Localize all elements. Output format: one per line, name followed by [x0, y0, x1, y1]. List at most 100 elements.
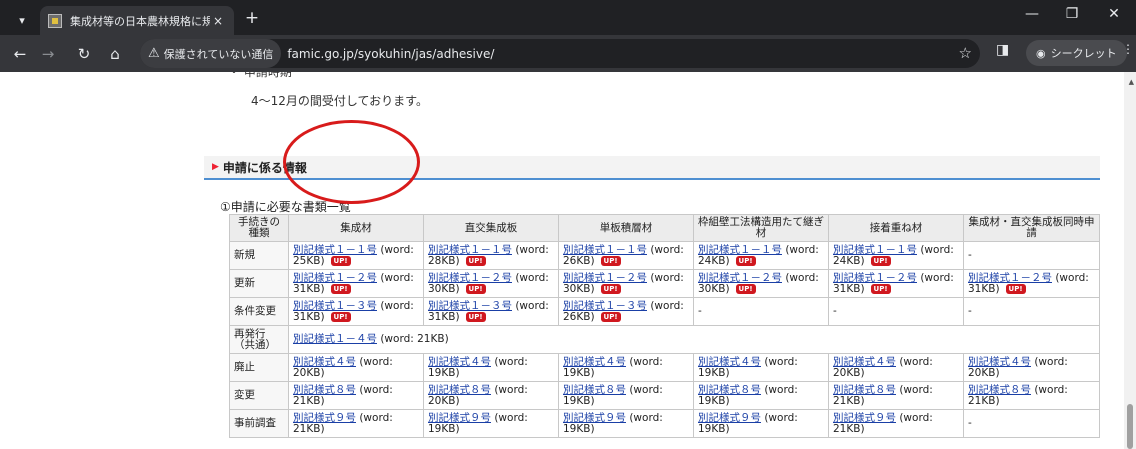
- column-header: 手続きの種類: [229, 214, 289, 242]
- security-chip[interactable]: ⚠ 保護されていない通信: [140, 39, 282, 68]
- section-header: ▶ 申請に係る情報: [204, 156, 1100, 180]
- page-scrollbar[interactable]: ▲: [1124, 72, 1136, 449]
- scroll-thumb[interactable]: [1127, 404, 1133, 449]
- table-row: 更新 別記様式１－２号 (word: 31KB) UP! 別記様式１－２号 (word…: [229, 269, 1100, 298]
- table-cell: 別記様式１－３号 (word: 31KB) UP!: [423, 297, 559, 326]
- close-window-icon[interactable]: ✕: [1094, 6, 1134, 28]
- table-cell: 別記様式８号 (word: 20KB): [423, 381, 559, 410]
- up-badge: UP!: [330, 283, 351, 294]
- table-cell: 別記様式１－２号 (word: 30KB) UP!: [558, 269, 694, 298]
- table-cell: 別記様式１－４号 (word: 21KB): [288, 325, 1100, 354]
- table-cell: 別記様式１－２号 (word: 30KB) UP!: [693, 269, 829, 298]
- up-badge: UP!: [735, 255, 756, 266]
- up-badge: UP!: [1005, 283, 1026, 294]
- procedure-type-cell: 更新: [229, 269, 289, 298]
- table-cell: 別記様式９号 (word: 19KB): [558, 409, 694, 438]
- up-badge: UP!: [870, 283, 891, 294]
- accept-period-text: 4～12月の間受付しております。: [251, 94, 428, 108]
- bookmark-star-icon[interactable]: ☆: [959, 44, 972, 62]
- table-cell: -: [963, 241, 1100, 270]
- table-cell: 別記様式１－１号 (word: 26KB) UP!: [558, 241, 694, 270]
- table-row: 再発行（共通） 別記様式１－４号 (word: 21KB): [229, 325, 1100, 354]
- documents-subheading: ①申請に必要な書類一覧: [220, 200, 351, 214]
- minimize-icon[interactable]: —: [1012, 6, 1052, 28]
- warning-icon: ⚠: [148, 46, 160, 61]
- section-title: 申請に係る情報: [222, 160, 307, 175]
- table-cell: 別記様式４号 (word: 20KB): [288, 353, 424, 382]
- procedure-type-cell: 条件変更: [229, 297, 289, 326]
- table-cell: 別記様式８号 (word: 21KB): [828, 381, 964, 410]
- side-panel-icon[interactable]: ◨: [996, 42, 1009, 58]
- table-cell: 別記様式８号 (word: 21KB): [963, 381, 1100, 410]
- site-favicon-icon: [48, 13, 62, 28]
- table-header-row: 手続きの種類 集成材 直交集成板 単板積層材 枠組壁工法構造用たて継ぎ材 接着重ね材 集成材…: [229, 214, 1100, 242]
- table-cell: 別記様式１－２号 (word: 31KB) UP!: [963, 269, 1100, 298]
- address-bar[interactable]: ⚠ 保護されていない通信 famic.go.jp/syokuhin/jas/ad…: [140, 39, 980, 68]
- table-cell: -: [963, 297, 1100, 326]
- incognito-label: シークレット: [1050, 47, 1117, 60]
- procedure-type-cell: 新規: [229, 241, 289, 270]
- table-cell: 別記様式１－２号 (word: 30KB) UP!: [423, 269, 559, 298]
- table-cell: 別記様式４号 (word: 20KB): [963, 353, 1100, 382]
- browser-toolbar: ← → ↻ ⌂ ⚠ 保護されていない通信 famic.go.jp/syokuhi…: [0, 35, 1136, 72]
- file-size-label: (word: 21KB): [377, 333, 449, 345]
- previous-line-text: ・ 申請時期: [228, 72, 292, 79]
- table-cell: 別記様式４号 (word: 20KB): [828, 353, 964, 382]
- reload-icon[interactable]: ↻: [72, 42, 96, 66]
- up-badge: UP!: [330, 255, 351, 266]
- table-row: 事前調査 別記様式９号 (word: 21KB) 別記様式９号 (word: 19K…: [229, 409, 1100, 438]
- table-cell: 別記様式１－２号 (word: 31KB) UP!: [288, 269, 424, 298]
- tab-active[interactable]: 集成材等の日本農林規格に規定 ×: [40, 6, 234, 35]
- tab-bar: ▾ 集成材等の日本農林規格に規定 × + — ❐ ✕: [0, 0, 1136, 35]
- table-cell: 別記様式１－１号 (word: 24KB) UP!: [693, 241, 829, 270]
- procedure-type-cell: 変更: [229, 381, 289, 410]
- triangle-bullet-icon: ▶: [212, 162, 219, 172]
- table-cell: 別記様式１－１号 (word: 28KB) UP!: [423, 241, 559, 270]
- tab-search-icon[interactable]: ▾: [8, 9, 36, 31]
- browser-chrome: ▾ 集成材等の日本農林規格に規定 × + — ❐ ✕ ← → ↻ ⌂ ⚠ 保護さ…: [0, 0, 1136, 72]
- column-header: 単板積層材: [558, 214, 694, 242]
- back-icon[interactable]: ←: [8, 42, 32, 66]
- home-icon[interactable]: ⌂: [103, 42, 127, 66]
- column-header: 直交集成板: [423, 214, 559, 242]
- url-text[interactable]: famic.go.jp/syokuhin/jas/adhesive/: [287, 47, 494, 61]
- table-cell: 別記様式４号 (word: 19KB): [693, 353, 829, 382]
- procedure-type-cell: 再発行（共通）: [229, 325, 289, 354]
- up-badge: UP!: [600, 311, 621, 322]
- up-badge: UP!: [465, 283, 486, 294]
- table-cell: 別記様式９号 (word: 19KB): [423, 409, 559, 438]
- tab-close-icon[interactable]: ×: [210, 14, 226, 28]
- column-header: 集成材: [288, 214, 424, 242]
- table-row: 新規 別記様式１－１号 (word: 25KB) UP! 別記様式１－１号 (word…: [229, 241, 1100, 270]
- table-cell: 別記様式１－３号 (word: 31KB) UP!: [288, 297, 424, 326]
- security-label: 保護されていない通信: [163, 47, 274, 61]
- form-download-link[interactable]: 別記様式１－４号: [293, 333, 377, 345]
- table-cell: 別記様式８号 (word: 21KB): [288, 381, 424, 410]
- table-cell: 別記様式１－１号 (word: 25KB) UP!: [288, 241, 424, 270]
- table-row: 廃止 別記様式４号 (word: 20KB) 別記様式４号 (word: 19KB)…: [229, 353, 1100, 382]
- table-row: 条件変更 別記様式１－３号 (word: 31KB) UP! 別記様式１－３号 (wo…: [229, 297, 1100, 326]
- table-cell: -: [828, 297, 964, 326]
- forward-icon[interactable]: →: [36, 42, 60, 66]
- menu-kebab-icon[interactable]: ⋮: [1122, 42, 1134, 56]
- up-badge: UP!: [465, 311, 486, 322]
- table-cell: -: [963, 409, 1100, 438]
- incognito-icon: ◉: [1036, 46, 1046, 60]
- table-cell: 別記様式１－１号 (word: 24KB) UP!: [828, 241, 964, 270]
- table-row: 変更 別記様式８号 (word: 21KB) 別記様式８号 (word: 20KB)…: [229, 381, 1100, 410]
- scroll-up-arrow-icon[interactable]: ▲: [1129, 78, 1134, 86]
- column-header: 集成材・直交集成板同時申請: [963, 214, 1100, 242]
- up-badge: UP!: [735, 283, 756, 294]
- incognito-indicator[interactable]: ◉ シークレット: [1026, 40, 1127, 66]
- procedure-type-cell: 事前調査: [229, 409, 289, 438]
- table-cell: 別記様式４号 (word: 19KB): [423, 353, 559, 382]
- table-cell: -: [693, 297, 829, 326]
- new-tab-button[interactable]: +: [240, 8, 264, 30]
- table-cell: 別記様式１－３号 (word: 26KB) UP!: [558, 297, 694, 326]
- table-cell: 別記様式８号 (word: 19KB): [558, 381, 694, 410]
- up-badge: UP!: [600, 283, 621, 294]
- restore-icon[interactable]: ❐: [1052, 6, 1092, 28]
- table-cell: 別記様式９号 (word: 21KB): [288, 409, 424, 438]
- up-badge: UP!: [600, 255, 621, 266]
- tab-title: 集成材等の日本農林規格に規定: [70, 14, 210, 28]
